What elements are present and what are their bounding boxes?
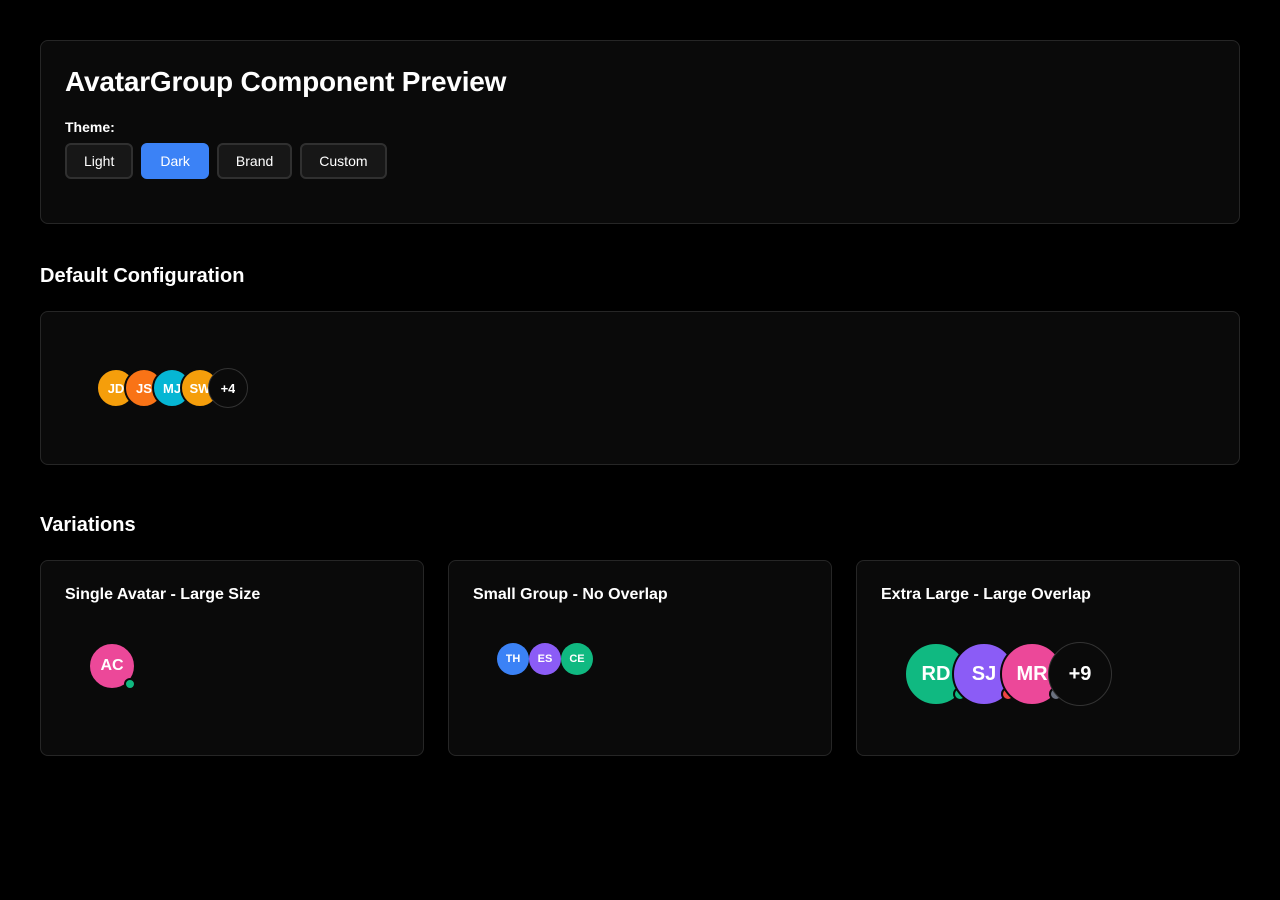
variation-card-small-group: Small Group - No Overlap TH ES CE [448,560,832,756]
theme-light-button[interactable]: Light [65,143,134,179]
overflow-count: +9 [1068,662,1092,685]
default-section-title: Default Configuration [40,265,245,287]
xl-avatar-group: RD SJ MR +9 [904,642,1112,706]
card-title: Single Avatar - Large Size [65,586,261,603]
default-avatar-group: JD JS MJ SW +4 [96,368,248,408]
status-indicator-icon [124,678,136,690]
card-title: Small Group - No Overlap [473,586,668,603]
single-avatar-group: AC [88,642,136,690]
overflow-count: +4 [220,380,236,396]
variation-card-single: Single Avatar - Large Size AC [40,560,424,756]
theme-label: Theme: [65,119,115,135]
avatar-initials: RD [921,662,951,685]
page-title: AvatarGroup Component Preview [65,66,507,97]
avatar-initials: MR [1016,662,1048,685]
theme-brand-button[interactable]: Brand [216,143,293,179]
variation-card-extra-large: Extra Large - Large Overlap RD SJ MR +9 [856,560,1240,756]
theme-dark-button[interactable]: Dark [141,143,209,179]
avatar-initials: CE [569,653,585,665]
card-title: Extra Large - Large Overlap [881,586,1091,603]
avatar[interactable]: AC [88,642,136,690]
avatar-initials: SJ [971,662,997,685]
avatar-initials: JS [136,380,152,396]
avatar[interactable]: TH [497,643,529,675]
overflow-count-avatar[interactable]: +4 [208,368,248,408]
page: AvatarGroup Component Preview Theme: Lig… [0,0,1280,900]
overflow-count-avatar[interactable]: +9 [1048,642,1112,706]
theme-custom-button[interactable]: Custom [300,143,387,179]
small-avatar-group: TH ES CE [497,643,593,675]
variations-section-title: Variations [40,514,136,536]
avatar-initials: MJ [163,380,181,396]
avatar[interactable]: CE [561,643,593,675]
default-panel: JD JS MJ SW +4 [40,311,1240,465]
avatar-initials: JD [107,380,125,396]
avatar[interactable]: ES [529,643,561,675]
theme-selector: Light Dark Brand Custom [65,143,387,179]
avatar-initials: AC [100,657,124,674]
header-panel: AvatarGroup Component Preview Theme: Lig… [40,40,1240,224]
avatar-initials: TH [505,653,521,665]
avatar-initials: ES [537,653,553,665]
